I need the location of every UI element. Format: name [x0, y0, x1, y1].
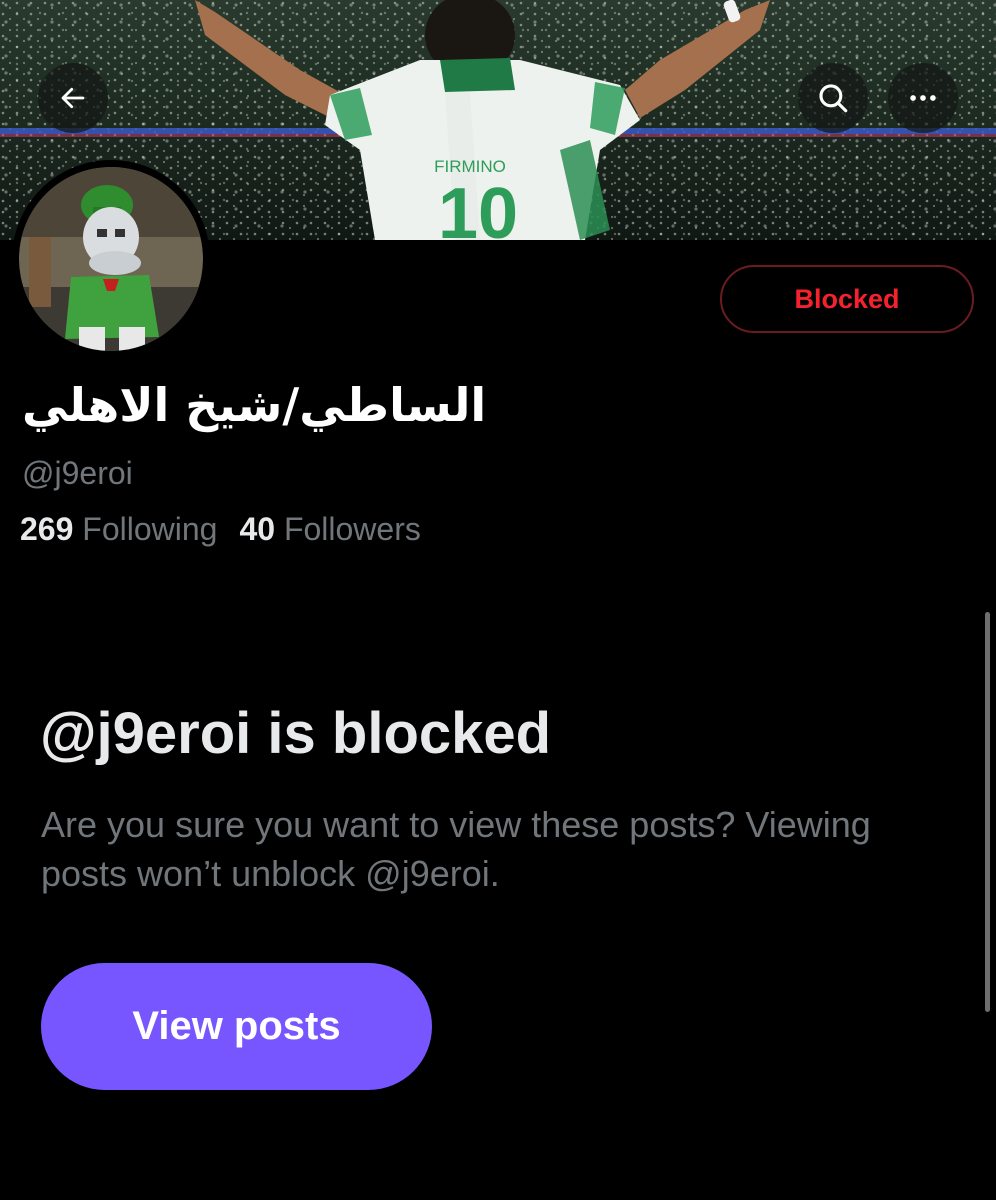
blocked-notice-title: @j9eroi is blocked — [40, 701, 552, 766]
view-posts-button[interactable]: View posts — [41, 963, 432, 1090]
scrollbar[interactable] — [985, 612, 990, 1012]
following-count: 269 — [20, 511, 74, 547]
back-button[interactable] — [38, 63, 108, 133]
profile-stats: 269 Following 40 Followers — [20, 511, 421, 548]
avatar-image — [19, 167, 203, 351]
blocked-button[interactable]: Blocked — [720, 265, 974, 333]
profile-handle: @j9eroi — [22, 455, 133, 491]
search-icon — [819, 84, 848, 113]
arrow-left-icon — [61, 87, 85, 109]
avatar[interactable] — [12, 160, 210, 358]
followers-label: Followers — [283, 511, 421, 547]
more-horizontal-icon — [910, 95, 936, 101]
following-link[interactable]: 269 Following — [20, 511, 217, 548]
more-button[interactable] — [888, 63, 958, 133]
following-label: Following — [82, 511, 218, 547]
followers-count: 40 — [239, 511, 276, 547]
search-button[interactable] — [798, 63, 868, 133]
blocked-notice-description: Are you sure you want to view these post… — [41, 804, 871, 894]
followers-link[interactable]: 40 Followers — [239, 511, 420, 548]
jersey-number: 10 — [438, 174, 518, 240]
display-name: الساطي/شيخ الاهلي — [22, 378, 487, 432]
